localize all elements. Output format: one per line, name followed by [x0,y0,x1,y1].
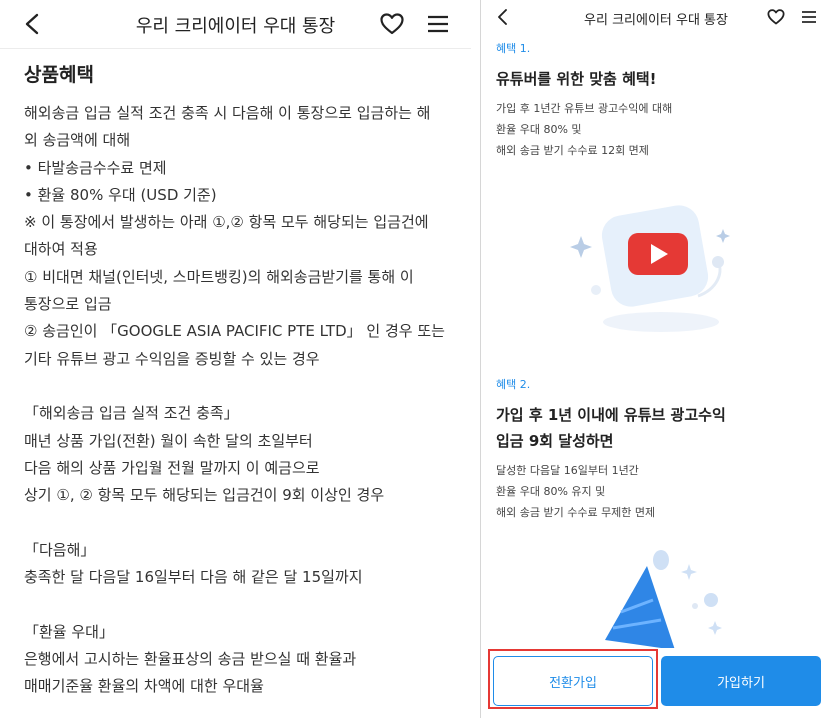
product-benefits: 상품혜택 해외송금 입금 실적 조건 충족 시 다음해 이 통장으로 입금하는 … [24,60,454,701]
benefit-text-line: 「다음해」 [24,540,96,559]
divider [471,0,480,718]
benefit-text-line: 충족한 달 다음달 16일부터 다음 해 같은 달 15일까지 [24,568,363,587]
benefit-1: 혜택 1. 유튜버를 위한 맞춤 혜택! 가입 후 1년간 유튜브 광고수익에 … [496,40,816,161]
benefit-desc-line: 환율 우대 80% 유지 및 [496,485,606,498]
youtube-illustration [570,205,730,332]
benefit-title: 유튜버를 위한 맞춤 혜택! [496,70,657,88]
signup-button[interactable]: 가입하기 [661,656,821,706]
header-bar: 우리 크리에이터 우대 통장 [0,0,471,49]
benefit-text: 해외송금 입금 실적 조건 충족 시 다음해 이 통장으로 입금하는 해외 송금… [24,100,454,701]
section-title: 상품혜택 [24,64,94,86]
benefit-text-line: 대하여 적용 [24,240,98,259]
heart-icon[interactable] [767,9,785,25]
benefit-text-line: ※ 이 통장에서 발생하는 아래 ①,② 항목 모두 해당되는 입금건에 [24,213,429,232]
benefit-tag: 혜택 2. [496,378,531,391]
benefit-text-line: 다음 해의 상품 가입월 전월 말까지 이 예금으로 [24,458,320,477]
benefit-text-line: 통장으로 입금 [24,295,112,314]
benefit-title-line: 입금 9회 달성하면 [496,432,614,450]
benefit-text-line: ① 비대면 채널(인터넷, 스마트뱅킹)의 해외송금받기를 통해 이 [24,267,414,286]
benefit-desc-line: 환율 우대 80% 및 [496,123,582,136]
benefit-text-line: 기타 유튜브 광고 수익임을 증빙할 수 있는 경우 [24,349,320,368]
benefit-desc-line: 가입 후 1년간 유튜브 광고수익에 대해 [496,102,673,115]
benefit-text-line: 은행에서 고시하는 환율표상의 송금 받으실 때 환율과 [24,649,357,668]
benefit-text-line: 「환율 우대」 [24,622,114,641]
benefit-text-line: • 환율 80% 우대 (USD 기준) [24,185,217,204]
benefit-desc-line: 해외 송금 받기 수수료 무제한 면제 [496,506,656,519]
menu-icon[interactable] [801,10,817,24]
benefit-title-line: 가입 후 1년 이내에 유튜브 광고수익 [496,406,726,424]
benefit-text-line: 매매기준율 환율의 차액에 대한 우대율 [24,677,264,696]
benefit-desc-line: 해외 송금 받기 수수료 12회 면제 [496,144,649,157]
benefit-desc-line: 달성한 다음달 16일부터 1년간 [496,464,639,477]
benefit-2: 혜택 2. 가입 후 1년 이내에 유튜브 광고수익 입금 9회 달성하면 달성… [496,376,816,523]
benefit-text-line: 해외송금 입금 실적 조건 충족 시 다음해 이 통장으로 입금하는 해 [24,104,431,122]
benefit-text-line: 매년 상품 가입(전환) 월이 속한 달의 초일부터 [24,431,313,450]
menu-icon[interactable] [427,14,449,34]
benefit-text-line: 상기 ①, ② 항목 모두 해당되는 입금건이 9회 이상인 경우 [24,486,385,505]
heart-icon[interactable] [380,13,404,35]
convert-signup-button[interactable]: 전환가입 [493,656,653,706]
bottom-button-bar: 전환가입 가입하기 [481,648,830,718]
header-bar: 우리 크리에이터 우대 통장 [481,0,830,34]
benefit-text-line: 「해외송금 입금 실적 조건 충족」 [24,404,239,423]
benefit-text-line: ② 송금인이 「GOOGLE ASIA PACIFIC PTE LTD」 인 경… [24,322,445,341]
left-screen: 우리 크리에이터 우대 통장 상품혜택 해외송금 입금 실적 조건 충족 시 다… [0,0,472,718]
benefit-text-line: 외 송금액에 대해 [24,131,131,150]
benefit-tag: 혜택 1. [496,42,531,55]
right-screen: 우리 크리에이터 우대 통장 혜택 1. 유튜버를 위한 맞춤 혜택! 가입 후… [480,0,830,718]
party-hat-illustration [605,550,722,650]
benefit-text-line: • 타발송금수수료 면제 [24,158,167,177]
